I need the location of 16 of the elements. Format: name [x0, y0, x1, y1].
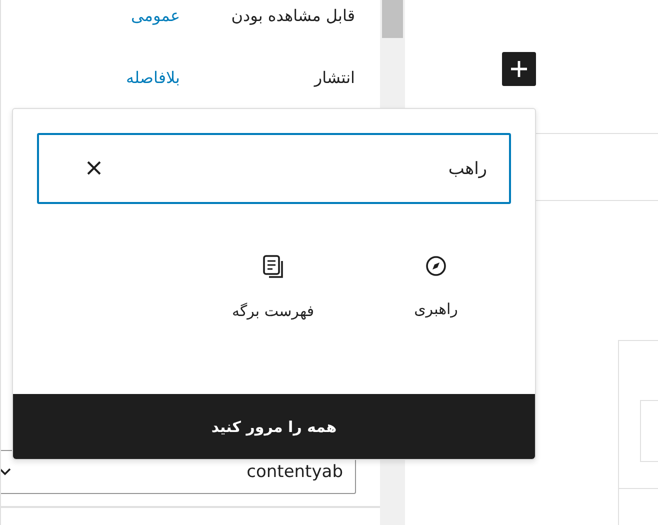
pages-icon	[261, 254, 285, 280]
compass-icon	[424, 254, 448, 278]
add-block-button[interactable]	[502, 52, 536, 86]
plus-icon	[509, 59, 529, 79]
block-option[interactable]: راهبری	[371, 254, 501, 394]
setting-value-link[interactable]: بلافاصله	[126, 68, 180, 86]
block-option[interactable]: فهرست برگه	[208, 254, 338, 394]
setting-value-link[interactable]: عمومی	[131, 6, 180, 24]
scrollbar-thumb[interactable]	[382, 0, 403, 38]
setting-label: انتشار	[314, 68, 355, 86]
chevron-down-icon	[1, 468, 11, 476]
browse-all-button[interactable]: همه را مرور کنید	[13, 394, 535, 459]
clear-button[interactable]	[87, 161, 101, 175]
search-field[interactable]: راهب	[37, 133, 511, 204]
input-field[interactable]	[640, 400, 658, 462]
setting-label: قابل مشاهده بودن	[231, 6, 355, 24]
